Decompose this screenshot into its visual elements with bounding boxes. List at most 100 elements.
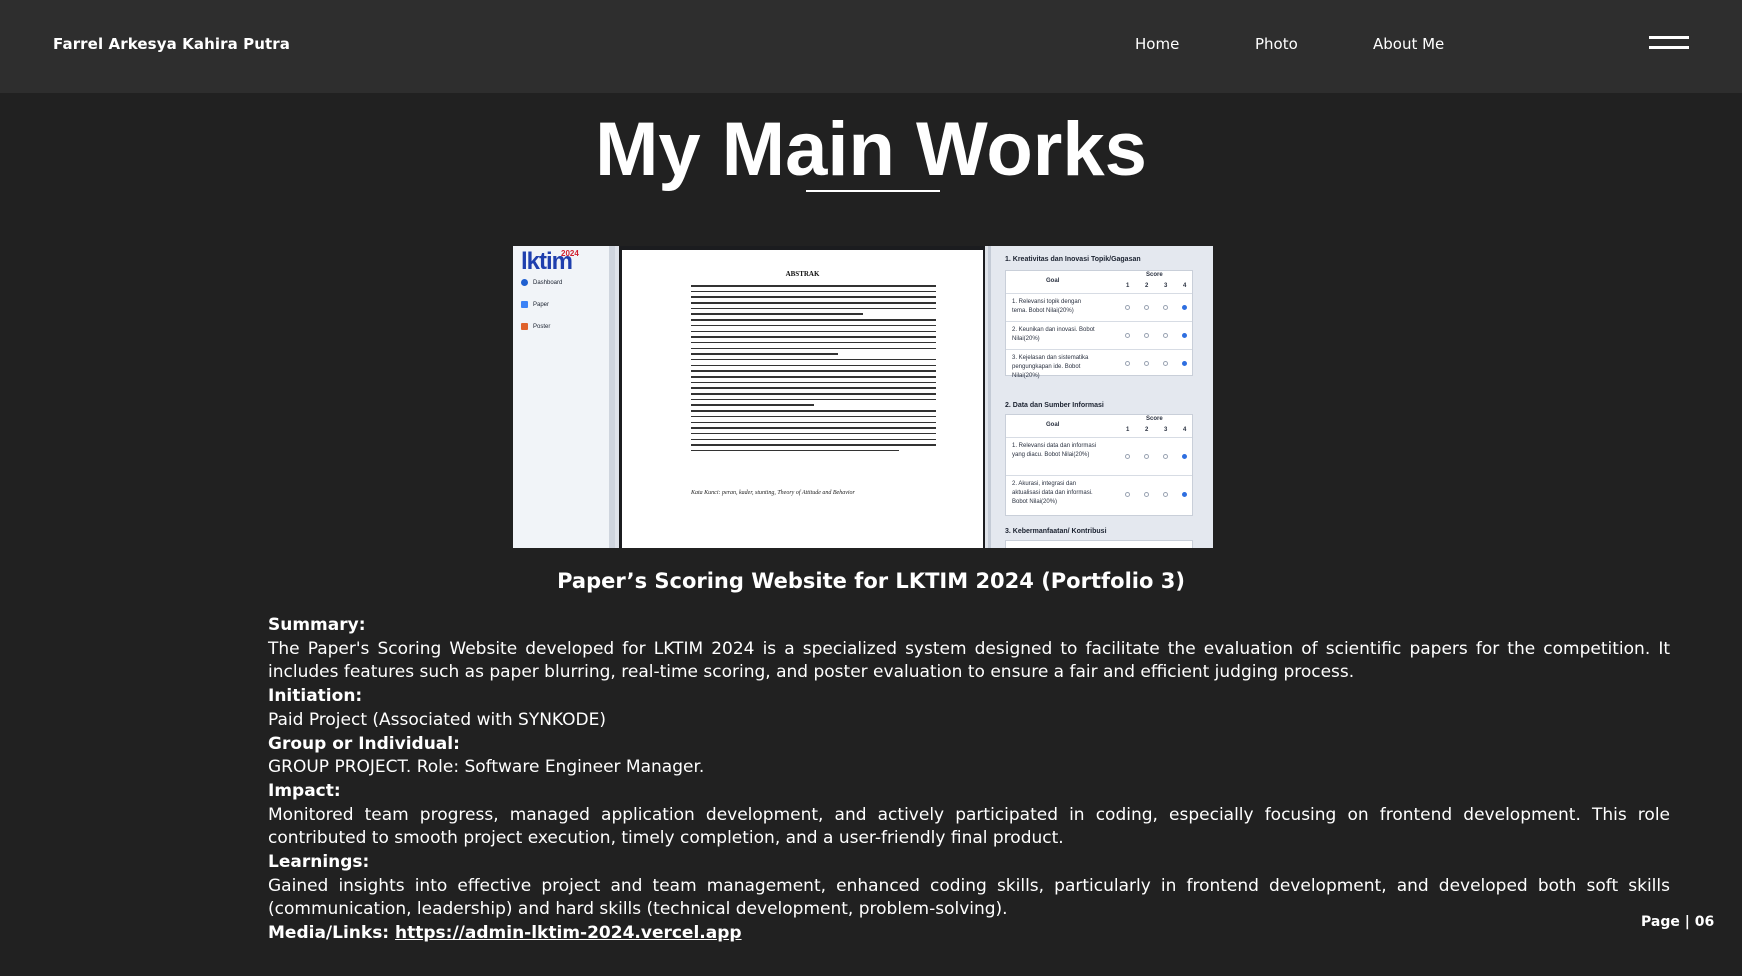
score-number: 3	[1164, 283, 1168, 289]
goal-header: Goal	[1046, 422, 1060, 428]
score-header: Score	[1146, 416, 1163, 422]
score-row: 2. Akurasi, integrasi dan aktualisasi da…	[1006, 475, 1192, 513]
document-text-lines	[691, 285, 936, 456]
score-table-header: Goal Score 1 2 3 4	[1006, 415, 1192, 437]
document-text-line	[691, 336, 936, 338]
nav-photo-link[interactable]: Photo	[1255, 35, 1298, 53]
score-number: 2	[1145, 427, 1149, 433]
score-row-label: 2. Akurasi, integrasi dan aktualisasi da…	[1012, 481, 1093, 505]
sidebar-item-poster: Poster	[521, 323, 550, 330]
score-radio[interactable]	[1182, 333, 1187, 338]
score-radio[interactable]	[1182, 361, 1187, 366]
top-navbar: Farrel Arkesya Kahira Putra Home Photo A…	[0, 0, 1742, 93]
screenshot-document-viewer: ABSTRAK Kata Kunci: peran, kader, stunti…	[619, 246, 985, 548]
summary-text: The Paper's Scoring Website developed fo…	[268, 638, 1670, 683]
score-radio[interactable]	[1182, 454, 1187, 459]
document-text-line	[691, 347, 936, 350]
sidebar-item-dashboard: Dashboard	[521, 279, 562, 286]
score-number: 1	[1126, 427, 1130, 433]
score-table-header: Goal Score 1 2 3 4	[1006, 271, 1192, 293]
score-header: Score	[1146, 272, 1163, 278]
score-row: 2. Keunikan dan inovasi. Bobot Nilai(20%…	[1006, 321, 1192, 349]
project-link[interactable]: https://admin-lktim-2024.vercel.app	[395, 923, 742, 943]
score-number: 1	[1126, 283, 1130, 289]
document-text-line	[691, 285, 936, 287]
score-radio[interactable]	[1182, 305, 1187, 310]
score-table-3	[1005, 540, 1193, 548]
document-text-line	[691, 290, 936, 293]
score-row: 1. Relevansi data dan informasi yang dia…	[1006, 437, 1192, 475]
document-text-line	[691, 387, 936, 389]
document-text-line	[691, 302, 936, 304]
score-radio[interactable]	[1125, 361, 1130, 366]
score-radio[interactable]	[1144, 361, 1149, 366]
summary-label: Summary:	[268, 615, 366, 635]
score-radio[interactable]	[1125, 492, 1130, 497]
initiation-text: Paid Project (Associated with SYNKODE)	[268, 709, 606, 730]
project-screenshot: lktim 2024 Dashboard Paper Poster ABSTRAK…	[513, 246, 1213, 548]
nav-home-link[interactable]: Home	[1135, 35, 1179, 53]
score-row-label: 1. Relevansi data dan informasi yang dia…	[1012, 443, 1097, 458]
document-text-line	[691, 444, 936, 446]
document-text-line	[691, 324, 936, 327]
project-caption: Paper’s Scoring Website for LKTIM 2024 (…	[557, 569, 1185, 593]
document-text-line	[691, 307, 936, 310]
score-number: 4	[1183, 427, 1187, 433]
screenshot-sidebar: lktim 2024 Dashboard Paper Poster	[513, 246, 615, 548]
document-text-line	[691, 376, 936, 378]
document-page: ABSTRAK Kata Kunci: peran, kader, stunti…	[622, 250, 983, 548]
project-details: Summary: The Paper's Scoring Website dev…	[268, 614, 1670, 946]
document-text-line	[691, 421, 936, 423]
learnings-label: Learnings:	[268, 852, 370, 873]
document-text-line	[691, 410, 936, 412]
media-label: Media/Links:	[268, 923, 390, 944]
document-text-line	[691, 415, 936, 418]
score-radio[interactable]	[1144, 492, 1149, 497]
score-radio[interactable]	[1163, 305, 1168, 310]
brand-name[interactable]: Farrel Arkesya Kahira Putra	[53, 35, 290, 53]
score-radio[interactable]	[1163, 333, 1168, 338]
score-number: 2	[1145, 283, 1149, 289]
impact-label: Impact:	[268, 780, 341, 801]
document-text-line	[691, 393, 936, 395]
score-number: 4	[1183, 283, 1187, 289]
document-text-line	[691, 432, 936, 435]
score-radio[interactable]	[1144, 333, 1149, 338]
document-text-line	[691, 438, 936, 441]
score-radio[interactable]	[1144, 305, 1149, 310]
document-text-line	[691, 319, 936, 321]
score-radio[interactable]	[1182, 492, 1187, 497]
document-text-line	[691, 449, 900, 452]
document-text-line	[691, 358, 936, 361]
score-row: 3. Kejelasan dan sistematika pengungkapa…	[1006, 349, 1192, 379]
document-text-line	[691, 341, 936, 344]
score-radio[interactable]	[1144, 454, 1149, 459]
form-section-2-title: 2. Data dan Sumber Informasi	[1005, 402, 1104, 409]
sidebar-item-paper: Paper	[521, 301, 549, 308]
initiation-label: Initiation:	[268, 686, 363, 707]
document-text-line	[691, 427, 936, 429]
page-title: My Main Works	[595, 107, 1147, 192]
document-text-line	[691, 381, 936, 384]
learnings-text: Gained insights into effective project a…	[268, 875, 1670, 920]
score-radio[interactable]	[1125, 333, 1130, 338]
score-number: 3	[1164, 427, 1168, 433]
score-table-1: Goal Score 1 2 3 4 1. Relevansi topik dengan t…	[1005, 270, 1193, 379]
document-keywords: Kata Kunci: peran, kader, stunting, Theo…	[691, 490, 855, 496]
score-radio[interactable]	[1125, 305, 1130, 310]
document-text-line	[691, 330, 936, 332]
score-row-label: 3. Kejelasan dan sistematika pengungkapa…	[1012, 355, 1089, 379]
title-underline	[806, 190, 940, 192]
score-table-2: Goal Score 1 2 3 4 1. Relevansi data dan infor…	[1005, 414, 1193, 516]
score-radio[interactable]	[1163, 361, 1168, 366]
nav-about-me-link[interactable]: About Me	[1373, 35, 1444, 53]
media-links-row: Media/Links: https://admin-lktim-2024.ve…	[268, 922, 1670, 946]
document-text-line	[691, 353, 838, 355]
score-radio[interactable]	[1125, 454, 1130, 459]
hamburger-icon[interactable]	[1649, 36, 1689, 52]
group-text: GROUP PROJECT. Role: Software Engineer M…	[268, 757, 705, 778]
document-text-line	[691, 404, 814, 406]
form-section-3-title: 3. Kebermanfaatan/ Kontribusi	[1005, 528, 1107, 535]
score-radio[interactable]	[1163, 492, 1168, 497]
score-radio[interactable]	[1163, 454, 1168, 459]
